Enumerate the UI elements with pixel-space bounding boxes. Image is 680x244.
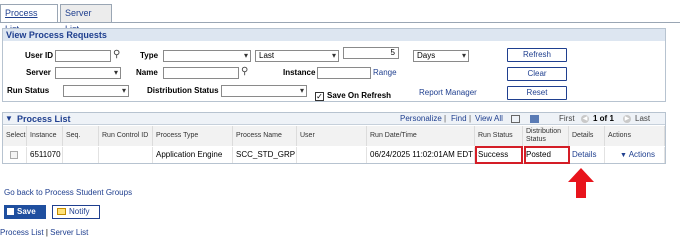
- col-select: Select: [3, 126, 27, 146]
- type-label: Type: [140, 51, 159, 60]
- col-details: Details: [569, 126, 605, 146]
- col-distribution-status: Distribution Status: [523, 126, 569, 146]
- save-label: Save: [17, 207, 36, 216]
- footer-links: Process List | Server List: [0, 228, 88, 238]
- panel-title: View Process Requests: [3, 29, 665, 41]
- tab-server-list[interactable]: Server List: [60, 4, 112, 34]
- footer-process-list-link[interactable]: Process List: [0, 228, 44, 237]
- collapse-icon[interactable]: ▼: [5, 113, 13, 125]
- save-on-refresh-checkbox[interactable]: ✓: [315, 92, 324, 101]
- server-label: Server: [26, 68, 51, 77]
- col-actions: Actions: [605, 126, 665, 146]
- footer-server-list-link[interactable]: Server List: [50, 228, 88, 237]
- table-row-select: [3, 147, 27, 163]
- reset-button[interactable]: Reset: [507, 86, 567, 100]
- cell-process-type: Application Engine: [153, 147, 233, 163]
- col-instance: Instance: [27, 126, 63, 146]
- col-user: User: [297, 126, 367, 146]
- toolbar-separator: |: [444, 114, 447, 123]
- notify-label: Notify: [69, 207, 90, 216]
- distribution-status-select[interactable]: [221, 85, 307, 97]
- user-id-field[interactable]: [55, 50, 111, 62]
- user-id-lookup-icon[interactable]: ⚲: [113, 49, 120, 61]
- zoom-icon[interactable]: [511, 115, 520, 123]
- col-run-control-id: Run Control ID: [99, 126, 153, 146]
- type-select[interactable]: [163, 50, 251, 62]
- server-select[interactable]: [55, 67, 121, 79]
- actions-label: Actions: [628, 150, 655, 159]
- report-manager-link[interactable]: Report Manager: [419, 87, 477, 99]
- process-list-grid: ▼ Process List Personalize | Find | View…: [2, 112, 666, 164]
- col-process-type: Process Type: [153, 126, 233, 146]
- instance-label: Instance: [283, 68, 316, 77]
- actions-caret-icon: ▼: [620, 152, 627, 159]
- distribution-status-highlight: [524, 146, 570, 164]
- row-range: 1 of 1: [593, 114, 614, 123]
- unit-select[interactable]: Days: [413, 50, 469, 62]
- first-label[interactable]: First: [559, 113, 575, 125]
- name-lookup-icon[interactable]: ⚲: [241, 66, 248, 78]
- last-label[interactable]: Last: [635, 113, 650, 125]
- name-label: Name: [136, 68, 158, 77]
- row-select-checkbox[interactable]: [10, 151, 18, 159]
- run-status-select[interactable]: [63, 85, 129, 97]
- col-process-name: Process Name: [233, 126, 297, 146]
- cell-run-date-time: 06/24/2025 11:02:01AM EDT: [367, 147, 475, 163]
- footer-separator: |: [45, 228, 48, 237]
- save-on-refresh-label: Save On Refresh: [327, 91, 392, 100]
- red-arrow-icon: [568, 168, 594, 198]
- cell-run-control-id: [99, 147, 153, 163]
- tab-process-list[interactable]: Process List: [0, 4, 58, 34]
- actions-menu[interactable]: ▼ Actions: [605, 147, 665, 163]
- refresh-button[interactable]: Refresh: [507, 48, 567, 62]
- notify-icon: [57, 208, 66, 215]
- save-icon: [7, 208, 14, 215]
- grid-title: Process List: [17, 114, 71, 124]
- range-link[interactable]: Range: [373, 67, 397, 79]
- col-seq: Seq.: [63, 126, 99, 146]
- distribution-status-label: Distribution Status: [147, 86, 219, 95]
- clear-button[interactable]: Clear: [507, 67, 567, 81]
- col-run-status: Run Status: [475, 126, 523, 146]
- count-field[interactable]: 5: [343, 47, 399, 59]
- download-icon[interactable]: [530, 115, 539, 123]
- toolbar-separator: |: [469, 114, 472, 123]
- last-select[interactable]: Last: [255, 50, 339, 62]
- grid-header-bar: ▼ Process List Personalize | Find | View…: [3, 113, 665, 125]
- cell-seq: [63, 147, 99, 163]
- go-back-link[interactable]: Go back to Process Student Groups: [4, 188, 132, 198]
- personalize-link[interactable]: Personalize: [400, 113, 442, 125]
- name-field[interactable]: [163, 67, 239, 79]
- run-status-label: Run Status: [7, 86, 50, 95]
- run-status-highlight: [475, 146, 523, 164]
- prev-icon[interactable]: ◀: [581, 115, 589, 123]
- details-link[interactable]: Details: [569, 147, 605, 163]
- cell-user: [297, 147, 367, 163]
- cell-instance: 6511070: [27, 147, 63, 163]
- tab-divider: [0, 22, 680, 23]
- view-process-requests-panel: View Process Requests User ID ⚲ Type Las…: [2, 28, 666, 102]
- find-link[interactable]: Find: [451, 113, 467, 125]
- next-icon[interactable]: ▶: [623, 115, 631, 123]
- notify-button[interactable]: Notify: [52, 205, 100, 219]
- user-id-label: User ID: [25, 51, 54, 60]
- save-button[interactable]: Save: [4, 205, 46, 219]
- col-run-date-time: Run Date/Time: [367, 126, 475, 146]
- instance-field[interactable]: [317, 67, 371, 79]
- cell-process-name: SCC_STD_GRP: [233, 147, 297, 163]
- view-all-link[interactable]: View All: [475, 113, 503, 125]
